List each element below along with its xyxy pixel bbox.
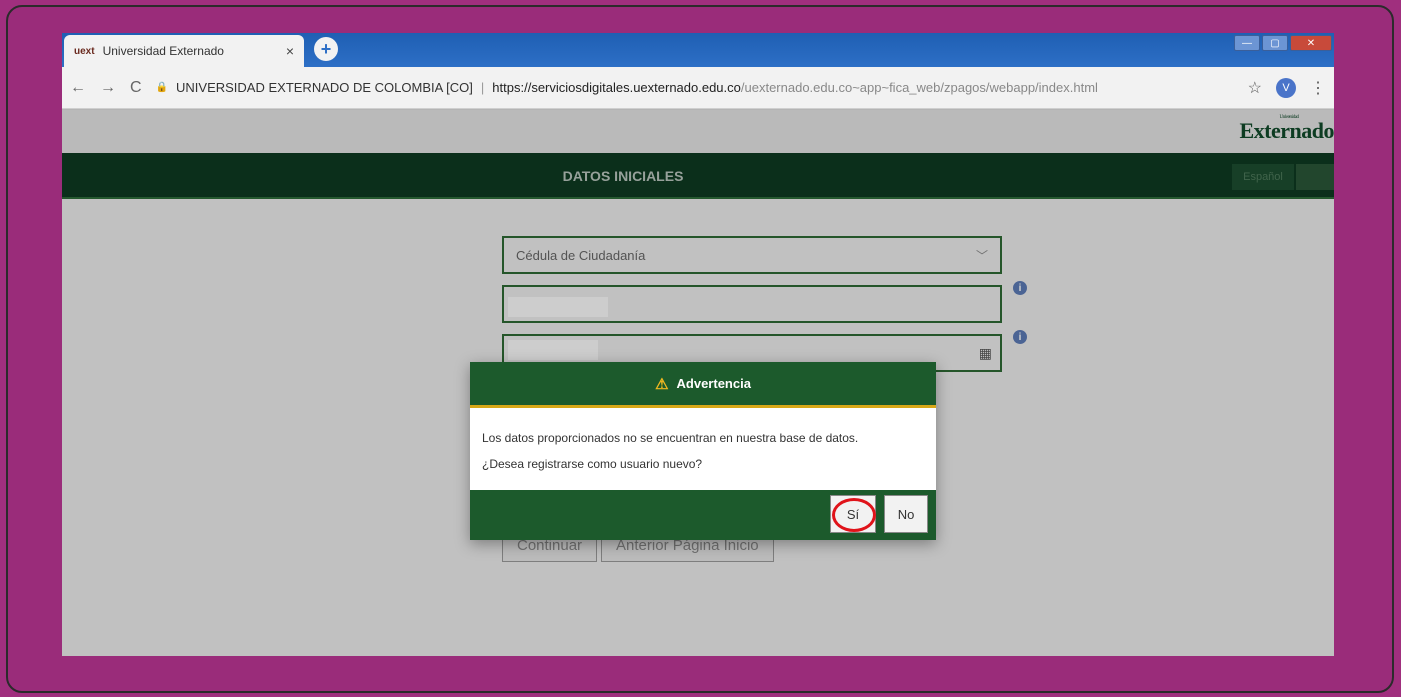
tab-close-icon[interactable]: × bbox=[286, 43, 294, 59]
browser-tab-bar: uext Universidad Externado × + — ▢ ✕ bbox=[62, 33, 1334, 67]
browser-tab[interactable]: uext Universidad Externado × bbox=[64, 35, 304, 67]
new-tab-button[interactable]: + bbox=[314, 37, 338, 61]
warning-dialog: ⚠ Advertencia Los datos proporcionados n… bbox=[470, 362, 936, 540]
back-arrow-icon[interactable]: ← bbox=[70, 79, 86, 97]
dialog-header: ⚠ Advertencia bbox=[470, 362, 936, 408]
url-path: /uexternado.edu.co~app~fica_web/zpagos/w… bbox=[740, 80, 1098, 95]
lock-icon: 🔒 bbox=[155, 82, 169, 93]
close-window-button[interactable]: ✕ bbox=[1290, 35, 1332, 51]
dialog-title: Advertencia bbox=[676, 376, 751, 391]
warning-icon: ⚠ bbox=[655, 375, 669, 393]
minimize-button[interactable]: — bbox=[1234, 35, 1260, 51]
dialog-message: Los datos proporcionados no se encuentra… bbox=[482, 431, 859, 445]
browser-menu-icon[interactable]: ⋮ bbox=[1310, 78, 1326, 98]
url-text: https://serviciosdigitales.uexternado.ed… bbox=[492, 80, 1098, 95]
maximize-button[interactable]: ▢ bbox=[1262, 35, 1288, 51]
site-organization: UNIVERSIDAD EXTERNADO DE COLOMBIA [CO] bbox=[176, 80, 473, 95]
profile-avatar[interactable]: V bbox=[1276, 77, 1296, 98]
tab-title: Universidad Externado bbox=[102, 44, 224, 58]
dialog-question: ¿Desea registrarse como usuario nuevo? bbox=[482, 457, 703, 471]
dialog-body: Los datos proporcionados no se encuentra… bbox=[470, 408, 936, 490]
bookmark-star-icon[interactable]: ☆ bbox=[1248, 78, 1262, 98]
dialog-footer: Sí No bbox=[470, 490, 936, 540]
address-bar: ← → C 🔒 UNIVERSIDAD EXTERNADO DE COLOMBI… bbox=[62, 67, 1334, 109]
url-field[interactable]: 🔒 UNIVERSIDAD EXTERNADO DE COLOMBIA [CO]… bbox=[156, 80, 1234, 95]
favicon-icon: uext bbox=[74, 45, 95, 57]
forward-arrow-icon[interactable]: → bbox=[100, 79, 116, 97]
url-separator: | bbox=[480, 80, 485, 95]
toolbar-right: ☆ V ⋮ bbox=[1248, 77, 1326, 98]
reload-icon[interactable]: C bbox=[130, 79, 142, 97]
window-controls: — ▢ ✕ bbox=[1234, 35, 1332, 51]
highlight-circle bbox=[832, 498, 876, 532]
url-host: https://serviciosdigitales.uexternado.ed… bbox=[492, 80, 741, 95]
screenshot-area: uext Universidad Externado × + — ▢ ✕ ← →… bbox=[62, 33, 1334, 656]
no-button[interactable]: No bbox=[884, 495, 928, 533]
